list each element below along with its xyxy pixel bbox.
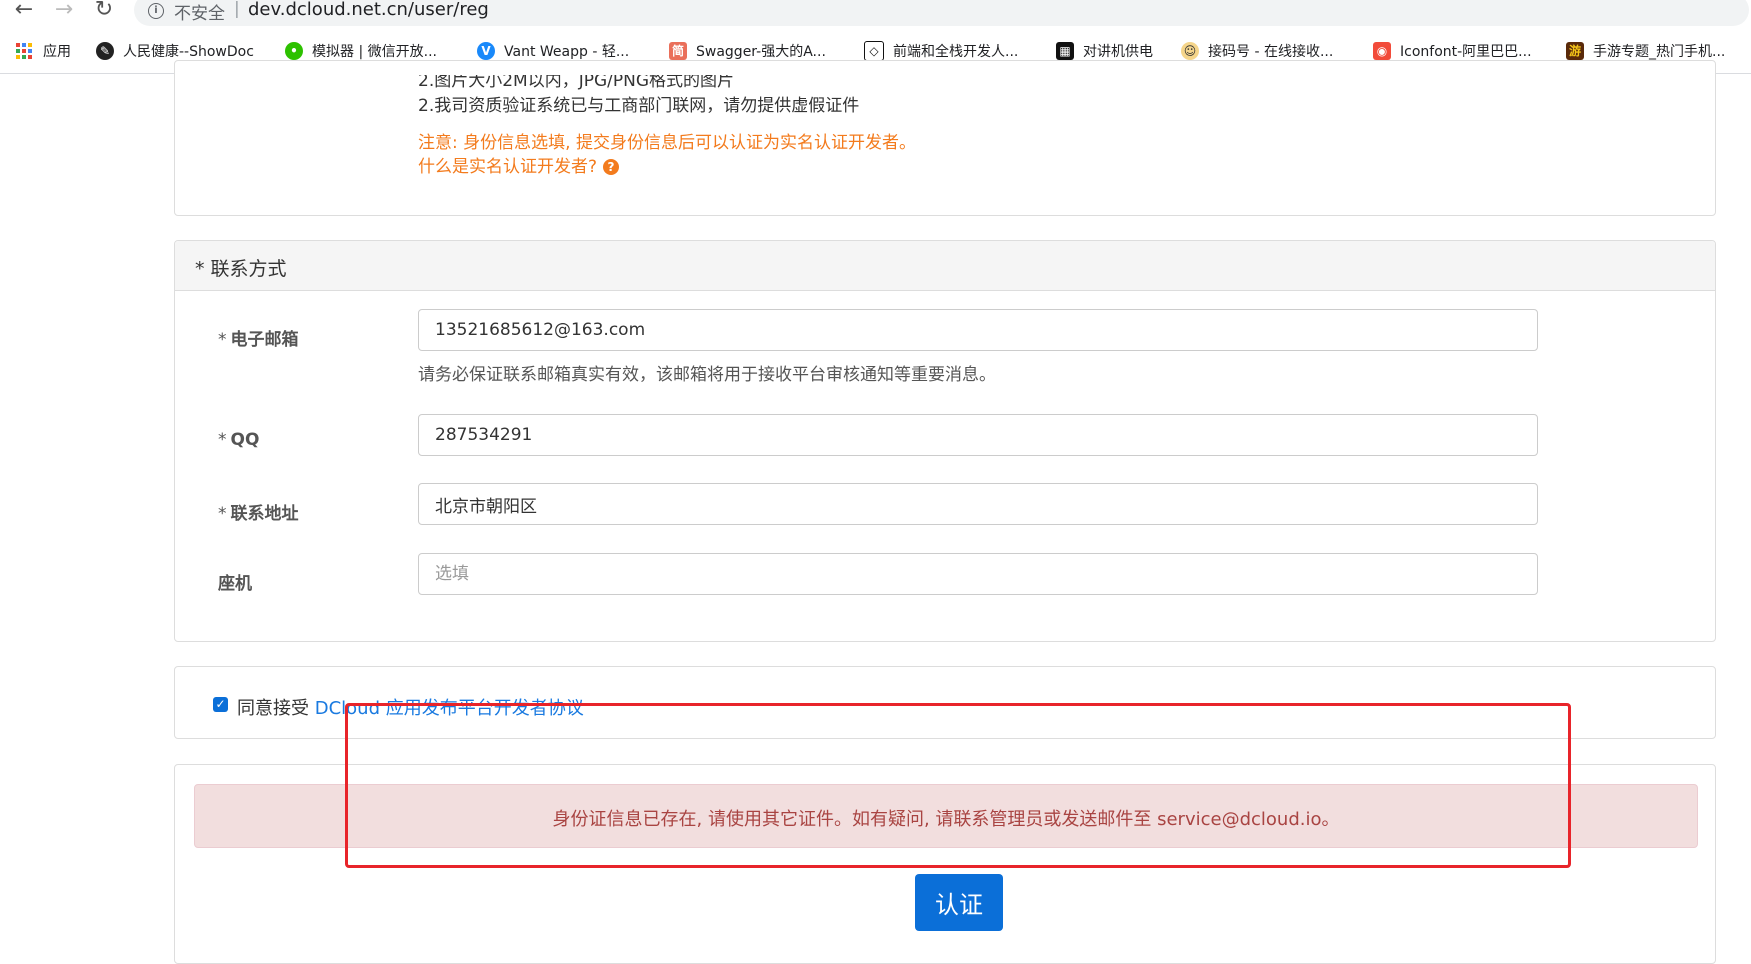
question-circle-icon[interactable]: ?	[603, 159, 620, 175]
bookmark-label: 对讲机供电	[1083, 44, 1153, 60]
landline-label: 座机	[218, 574, 252, 594]
agreement-checkbox[interactable]: ✓	[213, 697, 228, 712]
bookmark-label: Vant Weapp - 轻...	[504, 44, 630, 60]
qq-label: * QQ	[218, 430, 260, 450]
info-icon[interactable]: i	[148, 3, 164, 19]
bookmark-showdoc[interactable]: ✎ 人民健康--ShowDoc	[96, 40, 254, 62]
bookmark-mobile-games[interactable]: 游 手游专题_热门手机...	[1566, 40, 1725, 62]
landline-input[interactable]	[418, 553, 1538, 595]
what-is-real-name-link[interactable]: 什么是实名认证开发者??	[418, 152, 620, 177]
bookmark-apps[interactable]: 应用	[16, 40, 71, 62]
what-is-real-name-text: 什么是实名认证开发者?	[418, 157, 598, 177]
email-label: * 电子邮箱	[218, 330, 299, 350]
back-arrow-icon[interactable]: ←	[10, 0, 38, 24]
qq-input[interactable]	[418, 414, 1538, 456]
bookmark-label: Iconfont-阿里巴巴...	[1400, 44, 1532, 60]
bookmark-swagger[interactable]: 简 Swagger-强大的A...	[669, 40, 826, 62]
bookmark-label: 前端和全栈开发人...	[893, 44, 1019, 60]
address-separator: |	[234, 0, 240, 19]
error-alert-message: 身份证信息已存在, 请使用其它证件。如有疑问, 请联系管理员或发送邮件至 ser…	[552, 809, 1340, 830]
forward-arrow-icon[interactable]: →	[50, 0, 78, 24]
jianshu-icon: 简	[669, 42, 687, 60]
verify-submit-button[interactable]: 认证	[915, 874, 1003, 931]
intercom-icon: ▦	[1056, 42, 1074, 60]
browser-toolbar: ← → ↻ i 不安全 | dev.dcloud.net.cn/user/reg	[0, 0, 1751, 26]
bookmark-frontend-devs[interactable]: ◇ 前端和全栈开发人...	[864, 40, 1018, 62]
qualification-card	[174, 60, 1716, 216]
apps-grid-icon	[16, 43, 32, 59]
showdoc-icon: ✎	[96, 42, 114, 60]
iconfont-icon: ◉	[1373, 42, 1391, 60]
address-label: * 联系地址	[218, 504, 299, 524]
bookmark-vant-weapp[interactable]: V Vant Weapp - 轻...	[477, 40, 629, 62]
wechat-icon: •	[285, 42, 303, 60]
address-bar[interactable]: i 不安全 | dev.dcloud.net.cn/user/reg	[134, 0, 1749, 26]
codepen-icon: ◇	[864, 41, 884, 61]
vant-icon: V	[477, 42, 495, 60]
bookmark-label: 接码号 - 在线接收...	[1208, 44, 1334, 60]
email-input[interactable]	[418, 309, 1538, 351]
address-input[interactable]	[418, 483, 1538, 525]
bookmark-sms-receive[interactable]: ☺ 接码号 - 在线接收...	[1181, 40, 1333, 62]
avatar-icon: ☺	[1181, 42, 1199, 60]
qualification-note-2: 2.我司资质验证系统已与工商部门联网，请勿提供虚假证件	[418, 96, 860, 116]
bookmark-intercom-power[interactable]: ▦ 对讲机供电	[1056, 40, 1153, 62]
bookmark-label: 应用	[43, 44, 71, 60]
bookmark-label: 人民健康--ShowDoc	[123, 44, 254, 60]
contact-section-title: * 联系方式	[195, 258, 287, 280]
game-icon: 游	[1566, 42, 1584, 60]
bookmark-label: 模拟器 | 微信开放...	[312, 44, 437, 60]
identity-warning: 注意: 身份信息选填, 提交身份信息后可以认证为实名认证开发者。	[418, 133, 916, 153]
agreement-label: 同意接受 DCloud 应用发布平台开发者协议	[237, 698, 584, 719]
bookmark-label: Swagger-强大的A...	[696, 44, 826, 60]
email-help-text: 请务必保证联系邮箱真实有效，该邮箱将用于接收平台审核通知等重要消息。	[418, 365, 996, 385]
url-text[interactable]: dev.dcloud.net.cn/user/reg	[248, 0, 489, 20]
bookmark-label: 手游专题_热门手机...	[1593, 44, 1726, 60]
bookmark-wechat-simulator[interactable]: • 模拟器 | 微信开放...	[285, 40, 437, 62]
security-label[interactable]: 不安全	[174, 0, 225, 24]
error-alert: 身份证信息已存在, 请使用其它证件。如有疑问, 请联系管理员或发送邮件至 ser…	[194, 784, 1698, 848]
contact-card-header: * 联系方式	[175, 241, 1715, 291]
developer-agreement-link[interactable]: DCloud 应用发布平台开发者协议	[315, 698, 584, 719]
reload-icon[interactable]: ↻	[90, 0, 118, 24]
bookmark-iconfont[interactable]: ◉ Iconfont-阿里巴巴...	[1373, 40, 1532, 62]
